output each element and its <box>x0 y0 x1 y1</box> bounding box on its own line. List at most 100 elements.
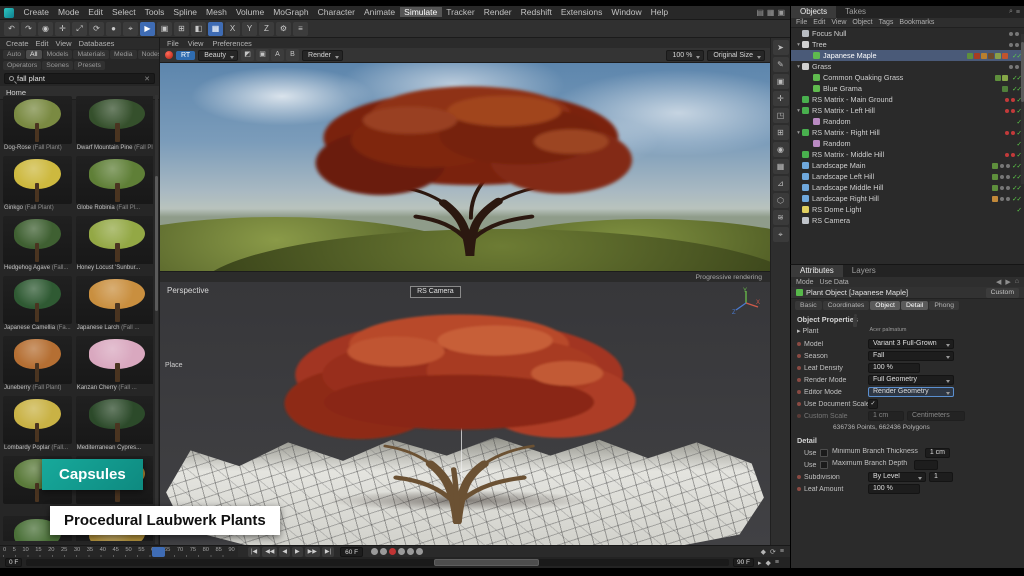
enabled-check[interactable]: ✓✓ <box>1012 162 1021 170</box>
mode-palette-icon[interactable]: ⌖ <box>773 227 789 242</box>
mode-palette-icon[interactable]: ▣ <box>773 74 789 89</box>
asset-plant-item-lombardy-poplar[interactable]: Lombardy Poplar (Fall... <box>2 395 73 453</box>
attribute-control[interactable]: Fall <box>868 351 954 361</box>
toolbar-icon-rotate[interactable]: ⟳ <box>89 22 104 36</box>
menu-item[interactable]: Select <box>107 7 140 17</box>
custom-button[interactable]: Custom <box>986 288 1019 298</box>
transport-button[interactable]: ◀ <box>279 547 290 557</box>
toolbar-icon-render-settings[interactable]: ▣ <box>157 22 172 36</box>
texture-chips[interactable] <box>995 75 1008 81</box>
attributes-panel-tab[interactable]: Attributes <box>791 265 843 277</box>
asset-menu-item[interactable]: Edit <box>36 39 49 48</box>
record-toggle-icon[interactable] <box>371 548 378 555</box>
asset-filter-tab2[interactable]: Operators <box>3 61 41 70</box>
enabled-check[interactable]: ✓✓ <box>1012 195 1021 203</box>
asset-search-input[interactable] <box>17 74 141 83</box>
asset-menu-item[interactable]: View <box>55 39 71 48</box>
keyframe-dot-icon[interactable] <box>797 354 801 358</box>
menu-item[interactable]: Mode <box>54 7 84 17</box>
param-tab[interactable]: Coordinates <box>823 301 870 310</box>
asset-menu-item[interactable]: Create <box>6 39 29 48</box>
object-row[interactable]: RS Camera <box>791 215 1024 226</box>
visibility-dots[interactable] <box>1000 186 1010 190</box>
toolbar-icon-live-selection[interactable]: ◉ <box>38 22 53 36</box>
current-frame-field[interactable]: 60 F <box>340 547 363 557</box>
transport-button[interactable]: ▶ <box>292 547 303 557</box>
menu-item[interactable]: Mesh <box>202 7 232 17</box>
param-tab[interactable]: Basic <box>795 301 822 310</box>
keyframe-dot-icon[interactable] <box>797 366 801 370</box>
texture-chips[interactable] <box>992 163 998 169</box>
plant-expand-icon[interactable]: ▸ <box>797 328 801 335</box>
visibility-dots[interactable] <box>1000 175 1010 179</box>
record-toggle-icon[interactable] <box>398 548 405 555</box>
mode-palette-icon[interactable]: ➤ <box>773 40 789 55</box>
menu-item[interactable]: Create <box>19 7 54 17</box>
attribute-control-2[interactable]: 1 cm <box>925 448 950 458</box>
attribute-control[interactable]: 100 % <box>868 363 920 373</box>
objects-menu-item[interactable]: Edit <box>813 19 825 26</box>
objects-menu-item[interactable]: Object <box>852 19 872 26</box>
toolbar-icon-move[interactable]: ✛ <box>55 22 70 36</box>
param-tab[interactable]: Detail <box>901 301 928 310</box>
object-row[interactable]: Landscape Right Hill ✓✓ <box>791 193 1024 204</box>
transport-button[interactable]: |◀ <box>248 547 260 557</box>
asset-plant-item-japanese-larch[interactable]: Japanese Larch (Fall ... <box>75 275 153 333</box>
param-tab[interactable]: Phong <box>929 301 959 310</box>
timeline-right-icon[interactable]: ⟳ <box>770 548 776 556</box>
checkbox[interactable] <box>820 449 828 457</box>
asset-plant-item-honey-locust-sunbur[interactable]: Honey Locust 'Sunbur... <box>75 215 153 273</box>
mode-palette-icon[interactable]: ⊞ <box>773 125 789 140</box>
preview-range-track[interactable] <box>26 559 729 566</box>
keyframe-dot-icon[interactable] <box>797 414 801 418</box>
toolbar-icon-workplane[interactable]: ▦ <box>208 22 223 36</box>
menu-item[interactable]: Edit <box>84 7 108 17</box>
object-row[interactable]: Random ✓ <box>791 138 1024 149</box>
toolbar-icon-add-primitive[interactable]: ⊞ <box>174 22 189 36</box>
attributes-nav-icon[interactable]: ⌂ <box>1015 278 1019 286</box>
menu-item[interactable]: Character <box>313 7 359 17</box>
visibility-dots[interactable] <box>1000 164 1010 168</box>
object-row[interactable]: ▾ RS Matrix - Left Hill ✓ <box>791 105 1024 116</box>
keyframe-dot-icon[interactable] <box>797 487 801 491</box>
attribute-row[interactable]: Model Variant 3 Full-Grown <box>791 338 1024 350</box>
asset-plant-item-juneberry[interactable]: Juneberry (Fall Plant) <box>2 335 73 393</box>
object-row[interactable]: Landscape Left Hill ✓✓ <box>791 171 1024 182</box>
transport-button[interactable]: ◀◀ <box>262 547 277 557</box>
object-row[interactable]: Landscape Main ✓✓ <box>791 160 1024 171</box>
keyframe-dot-icon[interactable] <box>797 342 801 346</box>
pass-dropdown[interactable]: Beauty <box>198 50 238 61</box>
record-toggle-icon[interactable] <box>380 548 387 555</box>
menu-item[interactable]: Help <box>646 7 672 17</box>
object-row[interactable]: RS Matrix - Middle Hill ✓ <box>791 149 1024 160</box>
texture-chips[interactable] <box>992 174 998 180</box>
attribute-row[interactable]: Editor Mode Render Geometry <box>791 386 1024 398</box>
asset-plant-item-mediterranean-cypres[interactable]: Mediterranean Cypres... <box>75 395 153 453</box>
texture-chips[interactable] <box>992 196 998 202</box>
mode-palette-icon[interactable]: ◳ <box>773 108 789 123</box>
asset-filter-tab[interactable]: All <box>26 50 42 59</box>
enabled-check[interactable]: ✓✓ <box>1012 85 1021 93</box>
objects-panel-tab[interactable]: Takes <box>836 6 875 18</box>
menu-item[interactable]: Tracker <box>442 7 480 17</box>
attribute-control-2[interactable]: Centimeters <box>907 411 965 421</box>
object-row[interactable]: ▾ RS Matrix - Right Hill ✓ <box>791 127 1024 138</box>
mode-palette-icon[interactable]: ⊿ <box>773 176 789 191</box>
renderview-icon[interactable]: A <box>271 49 284 61</box>
menu-item[interactable]: Extensions <box>556 7 607 17</box>
detail-attribute-row[interactable]: Use Minimum Branch Thickness 1 cm <box>791 447 1024 459</box>
enabled-check[interactable]: ✓ <box>1017 206 1021 214</box>
visibility-dots[interactable] <box>1005 153 1015 157</box>
attribute-row[interactable]: Render Mode Full Geometry <box>791 374 1024 386</box>
attribute-control[interactable]: Minimum Branch Thickness <box>832 448 922 458</box>
objects-header-icon[interactable]: ⌕ <box>1009 8 1013 16</box>
objects-menu-item[interactable]: Bookmarks <box>899 19 934 26</box>
attribute-control[interactable]: Render Geometry <box>868 387 954 397</box>
asset-filter-tab[interactable]: Nodes <box>138 50 160 59</box>
checkbox[interactable] <box>820 461 828 469</box>
menu-item[interactable]: Volume <box>231 7 268 17</box>
asset-plant-item-ginkgo[interactable]: Ginkgo (Fall Plant) <box>2 155 73 213</box>
detail-attribute-row[interactable]: Use Maximum Branch Depth <box>791 459 1024 471</box>
axis-gizmo[interactable]: X Y Z <box>730 287 762 319</box>
mode-palette-icon[interactable]: ✛ <box>773 91 789 106</box>
